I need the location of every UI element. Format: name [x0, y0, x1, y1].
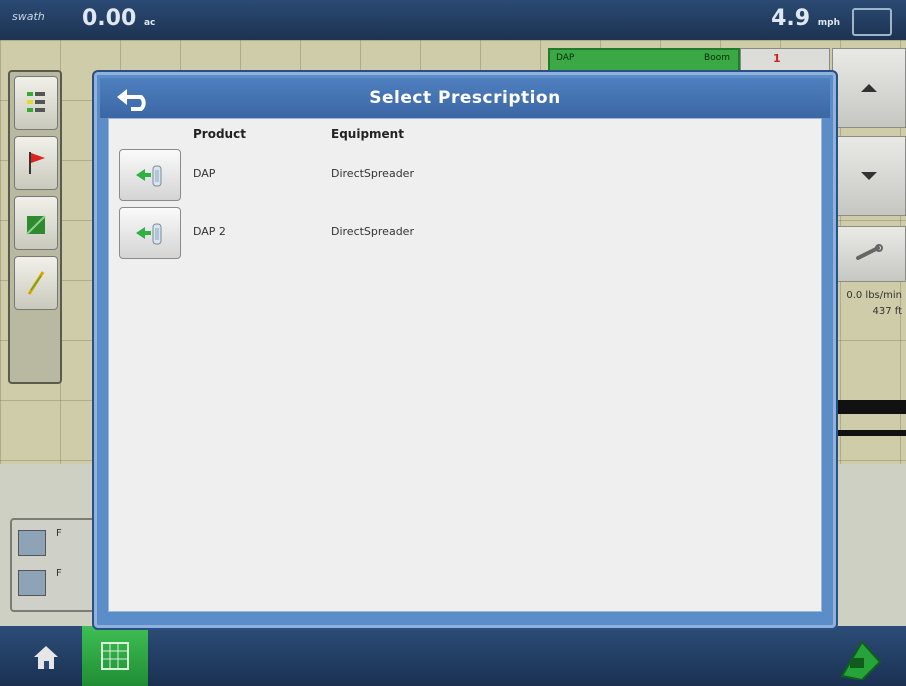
grid-icon: [101, 642, 129, 670]
flag-button[interactable]: [14, 136, 58, 190]
count-label: 1: [773, 52, 781, 65]
wrench-button[interactable]: [832, 226, 906, 282]
arrow-down-icon: [861, 172, 877, 180]
wrench-icon: [856, 244, 883, 260]
product-cell: DAP: [193, 167, 216, 180]
field-icon: [26, 215, 46, 235]
back-button[interactable]: [110, 82, 156, 114]
prescription-select-icon: [136, 223, 162, 245]
map-grid-button[interactable]: [82, 626, 148, 686]
prescription-tab-right: Boom: [704, 53, 730, 63]
arrow-up-icon: [861, 84, 877, 92]
area-value: 0.00: [82, 6, 137, 31]
rate-readout: 0.0 lbs/min: [846, 290, 902, 301]
divider-bar-2: [832, 430, 906, 436]
signal-icon[interactable]: [852, 8, 892, 36]
prescription-tab-label: DAP: [556, 53, 575, 63]
tank-icon: [18, 570, 46, 596]
select-prescription-button[interactable]: [119, 149, 181, 201]
status-label-1: F: [56, 528, 62, 539]
footer-bar: [0, 626, 906, 686]
speed-unit: mph: [817, 18, 840, 28]
count-badge[interactable]: 1: [740, 48, 830, 72]
spreader-icon: [18, 530, 46, 556]
back-arrow-icon: [117, 89, 146, 111]
run-button[interactable]: [836, 636, 884, 682]
area-readout: 0.00 ac: [82, 6, 155, 31]
guidance-icon: [27, 271, 45, 295]
select-prescription-dialog: Select Prescription Product Equipment DA…: [92, 70, 838, 630]
field-button[interactable]: [14, 196, 58, 250]
table-row[interactable]: DAP 2 DirectSpreader: [109, 207, 821, 261]
status-bar: swath 0.00 ac 4.9 mph: [0, 0, 906, 40]
legend-icon: [27, 92, 45, 112]
dialog-title: Select Prescription: [369, 88, 561, 108]
prescription-list: Product Equipment DAP DirectSpreader DAP…: [108, 118, 822, 612]
flag-icon: [29, 152, 45, 174]
table-row[interactable]: DAP DirectSpreader: [109, 149, 821, 203]
product-cell: DAP 2: [193, 225, 226, 238]
home-icon: [34, 646, 58, 669]
home-button[interactable]: [26, 638, 66, 676]
speed-value: 4.9: [771, 6, 811, 31]
product-column-header: Product: [193, 127, 246, 141]
prescription-select-icon: [136, 165, 162, 187]
equipment-column-header: Equipment: [331, 127, 404, 141]
speed-readout: 4.9 mph: [771, 6, 840, 31]
product-status-panel: F F: [10, 518, 98, 612]
scroll-down-button[interactable]: [832, 136, 906, 216]
dialog-title-bar: Select Prescription: [100, 78, 830, 118]
distance-readout: 437 ft: [872, 306, 902, 317]
guidance-button[interactable]: [14, 256, 58, 310]
run-icon: [840, 640, 882, 682]
scroll-up-button[interactable]: [832, 48, 906, 128]
equipment-cell: DirectSpreader: [331, 167, 414, 180]
select-prescription-button[interactable]: [119, 207, 181, 259]
legend-button[interactable]: [14, 76, 58, 130]
divider-bar: [832, 400, 906, 414]
status-label-2: F: [56, 568, 62, 579]
swath-label: swath: [12, 10, 45, 23]
area-unit: ac: [143, 18, 156, 28]
equipment-cell: DirectSpreader: [331, 225, 414, 238]
